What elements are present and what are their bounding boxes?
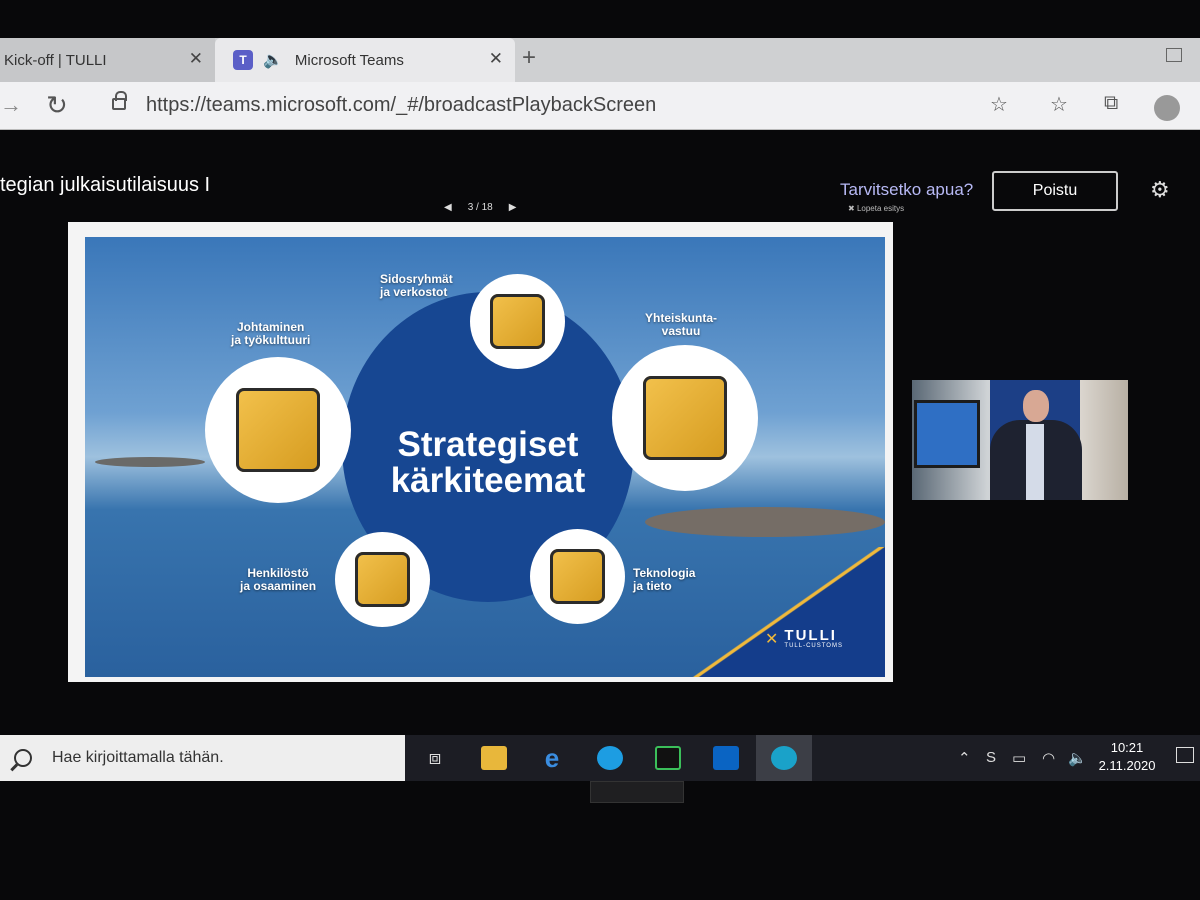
internet-explorer-icon: e <box>544 742 560 773</box>
presentation-slide: Strategiset kärkiteemat Sidosryhmät ja v… <box>85 237 885 677</box>
notification-icon[interactable] <box>1176 747 1194 763</box>
folder-icon <box>481 746 507 770</box>
presenter-shirt-image <box>1026 424 1044 500</box>
personnel-illustration <box>335 532 430 627</box>
speaker-video[interactable] <box>912 380 1128 500</box>
technology-illustration <box>530 529 625 624</box>
slide-title-line: kärkiteemat <box>390 461 586 500</box>
profile-avatar[interactable] <box>1154 95 1180 121</box>
url-field[interactable]: https://teams.microsoft.com/_#/broadcast… <box>146 94 656 117</box>
logo-main-text: TULLI <box>784 627 837 644</box>
tab-kickoff-tulli[interactable]: Kick-off | TULLI ✕ <box>0 38 215 82</box>
help-link[interactable]: Tarvitsetko apua? <box>840 180 973 200</box>
lock-icon[interactable] <box>112 91 127 110</box>
tab-label: Kick-off | TULLI <box>4 51 107 69</box>
outlook-button[interactable] <box>698 735 754 781</box>
system-clock[interactable]: 10:21 2.11.2020 <box>1090 739 1164 775</box>
theme-label-line: ja verkostot <box>380 285 448 299</box>
theme-label-line: vastuu <box>661 324 701 338</box>
clock-date: 2.11.2020 <box>1098 758 1156 773</box>
stakeholders-icon <box>489 293 546 350</box>
tulli-logo: ✕ TULLI TULL-CUSTOMS <box>765 627 843 649</box>
leave-button[interactable]: Poistu <box>992 171 1118 211</box>
clock-time: 10:21 <box>1110 740 1144 755</box>
edge-icon <box>771 746 797 770</box>
tab-label: Microsoft Teams <box>294 51 404 69</box>
theme-label-line: ja osaaminen <box>240 579 317 593</box>
restore-window-icon[interactable] <box>1166 48 1182 62</box>
social-responsibility-illustration <box>612 345 758 491</box>
close-icon[interactable]: ✕ <box>189 49 203 69</box>
favorite-star-icon[interactable]: ☆ <box>990 92 1008 117</box>
close-icon[interactable]: ✕ <box>489 49 503 69</box>
leadership-illustration <box>205 357 351 503</box>
monitor-stand <box>590 781 684 803</box>
windows-taskbar: Hae kirjoittamalla tähän. ⧈ e ⌃ S ▭ ◠ 🔈 … <box>0 735 1200 781</box>
theme-label-personnel: Henkilöstö ja osaaminen <box>240 567 316 593</box>
teams-icon: T <box>233 50 253 70</box>
file-explorer-button[interactable] <box>466 735 522 781</box>
presenter-head-image <box>1023 390 1049 422</box>
theme-label-leadership: Johtaminen ja työkulttuuri <box>231 321 310 347</box>
volume-icon[interactable]: 🔈 <box>1068 749 1087 767</box>
edge-button[interactable] <box>756 735 812 781</box>
growth-blocks-icon <box>354 551 411 608</box>
back-arrow-icon[interactable]: → <box>0 92 22 118</box>
skype-icon <box>597 746 623 770</box>
taskbar-search[interactable]: Hae kirjoittamalla tähän. <box>0 735 405 781</box>
task-view-button[interactable]: ⧈ <box>407 735 463 781</box>
speaker-icon[interactable]: 🔈 <box>263 50 283 70</box>
wifi-icon[interactable]: ◠ <box>1042 749 1055 767</box>
theme-label-line: ja työkulttuuri <box>231 333 311 347</box>
theme-label-social-responsibility: Yhteiskunta- vastuu <box>645 312 717 338</box>
skype-button[interactable] <box>582 735 638 781</box>
tab-microsoft-teams[interactable]: T 🔈 Microsoft Teams ✕ <box>215 38 515 82</box>
rock-shore-image <box>645 507 885 537</box>
task-view-icon: ⧈ <box>428 746 442 769</box>
slide-title: Strategiset kärkiteemat <box>353 427 623 499</box>
app-s-button[interactable] <box>640 735 696 781</box>
video-meeting-icon <box>235 387 321 473</box>
gear-icon[interactable]: ⚙ <box>1150 177 1170 203</box>
crossed-keys-icon: ✕ <box>765 631 779 648</box>
app-tray-icon[interactable]: S <box>986 749 996 766</box>
slide-counter: 3 / 18 <box>467 202 493 213</box>
browser-tab-bar: Kick-off | TULLI ✕ T 🔈 Microsoft Teams ✕… <box>0 38 1200 82</box>
stakeholders-illustration <box>470 274 565 369</box>
event-title: tegian julkaisutilaisuus I <box>0 174 211 196</box>
finland-map-icon <box>642 375 728 461</box>
slide-pager: ◀ 3 / 18 ▶ <box>444 202 516 213</box>
refresh-icon[interactable]: ↻ <box>46 90 68 121</box>
slide-corner-decoration <box>685 547 885 677</box>
end-presentation-label: Lopeta esitys <box>856 204 905 213</box>
internet-explorer-button[interactable]: e <box>524 735 580 781</box>
app-s-icon <box>655 746 681 770</box>
battery-icon[interactable]: ▭ <box>1012 749 1026 767</box>
outlook-icon <box>713 746 739 770</box>
search-icon <box>14 749 32 767</box>
chevron-up-icon[interactable]: ⌃ <box>958 749 971 767</box>
theme-label-stakeholders: Sidosryhmät ja verkostot <box>380 273 453 299</box>
background-display-image <box>914 400 980 468</box>
next-slide-icon[interactable]: ▶ <box>509 202 517 213</box>
logo-sub-text: TULL-CUSTOMS <box>784 643 843 649</box>
server-icon <box>549 548 606 605</box>
island-image <box>95 457 205 467</box>
collections-icon[interactable]: ⧉ <box>1104 92 1118 115</box>
end-presentation-link[interactable]: ✖ Lopeta esitys <box>848 204 904 213</box>
previous-slide-icon[interactable]: ◀ <box>444 202 452 213</box>
new-tab-icon[interactable]: + <box>522 44 536 72</box>
address-bar: → ↻ https://teams.microsoft.com/_#/broad… <box>0 82 1200 130</box>
slide-title-line: Strategiset <box>397 425 579 464</box>
favorites-list-icon[interactable]: ☆ <box>1050 92 1068 117</box>
search-placeholder: Hae kirjoittamalla tähän. <box>52 749 224 766</box>
